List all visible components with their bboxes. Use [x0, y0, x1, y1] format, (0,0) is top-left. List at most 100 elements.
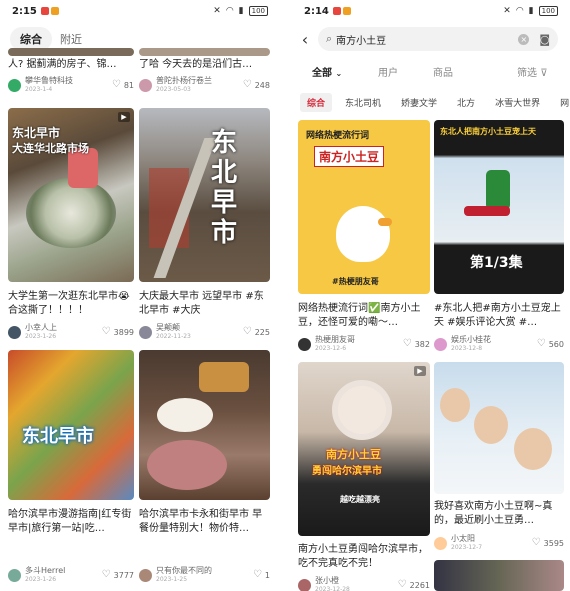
search-bar: ‹ ⌕ 南方小土豆 × ◙: [292, 26, 570, 52]
author-name: 娱乐小桂花: [451, 335, 491, 344]
like-count: 81: [123, 80, 134, 90]
chip-topic[interactable]: 东北司机: [338, 93, 388, 112]
card-image: 东北早市: [139, 108, 270, 282]
chip-comprehensive[interactable]: 综合: [300, 92, 333, 112]
author-name: 张小橙: [315, 576, 339, 585]
card-title: 我好喜欢南方小土豆啊~真的，最近刷小土豆勇…: [434, 501, 553, 526]
author-name: 多斗Herrel: [25, 566, 66, 575]
card-title: 哈尔滨早市卡永和街早市 早餐份量特别大！物价特…: [139, 509, 263, 534]
post-date: 2023-1-26: [25, 333, 57, 340]
like-count: 3899: [113, 327, 134, 337]
chip-topic[interactable]: 北方: [450, 93, 482, 112]
like-count: 3777: [113, 570, 134, 580]
status-bar: 2:14 ✕ ◠ ▮ 100: [292, 0, 570, 22]
funnel-icon: ⊽: [540, 67, 548, 79]
overlay-hashtag: #热梗朋友哥: [332, 277, 379, 286]
right-screen: 2:14 ✕ ◠ ▮ 100 ‹ ⌕ 南方小土豆 × ◙ 全部 ⌄ 用户 商品 …: [292, 0, 570, 591]
video-icon: ▶: [118, 112, 130, 122]
card-image: 东北早市 大连华北路市场 ▶: [8, 108, 134, 282]
search-result-card[interactable]: 网络热梗流行词 南方小土豆 #热梗朋友哥 网络热梗流行词✅南方小土豆，还怪可爱的…: [298, 120, 430, 356]
duck-image: [336, 206, 390, 262]
search-result-card[interactable]: 东北人把南方小土豆宠上天 第1/3集 #东北人把#南方小土豆宠上天 #娱乐评论大…: [434, 120, 564, 356]
clock: 2:15: [12, 5, 37, 17]
mute-icon: ✕: [213, 6, 221, 16]
card-title: #东北人把#南方小土豆宠上天 #娱乐评论大赏 #…: [434, 303, 561, 328]
card-image: [8, 48, 134, 56]
chip-topic[interactable]: 网: [553, 93, 570, 112]
tab-nearby[interactable]: 附近: [60, 31, 82, 47]
card-title: 大庆最大早市 远望早市 #东北早市 #大庆: [139, 291, 264, 316]
chip-topic[interactable]: 冰雪大世界: [488, 93, 547, 112]
card-meta: 攀华鲁特科技 2023-1-4 ♡ 81: [8, 76, 134, 94]
author-name: 攀华鲁特科技: [25, 76, 73, 85]
tab-products[interactable]: 商品: [433, 64, 453, 79]
like-count: 225: [254, 327, 270, 337]
overlay-caption: 越吃越漂亮: [340, 495, 380, 504]
left-screen: 2:15 ✕ ◠ ▮ 100 综合 附近 人? 据蓟满的房子、锦… 攀华鲁特科技…: [0, 0, 280, 591]
heart-icon[interactable]: ♡: [243, 327, 252, 337]
feed-card[interactable]: 人? 据蓟满的房子、锦… 攀华鲁特科技 2023-1-4 ♡ 81: [8, 48, 134, 100]
tab-all[interactable]: 全部 ⌄: [312, 64, 342, 79]
card-title: 南方小土豆勇闯哈尔滨早市，吃不完真吃不完！: [298, 544, 428, 569]
feed-card[interactable]: 哈尔滨早市卡永和街早市 早餐份量特别大！物价特… 只有你最不同的 2023-1-2…: [139, 350, 270, 586]
clock: 2:14: [304, 5, 329, 17]
card-title: 网络热梗流行词✅南方小土豆，还怪可爱的嘞～…: [298, 303, 421, 328]
search-query: 南方小土豆: [336, 35, 387, 47]
toy-image: [440, 388, 470, 422]
heart-icon[interactable]: ♡: [532, 538, 541, 548]
feed-card[interactable]: 东北早市 大连华北路市场 ▶ 大学生第一次逛东北早市😭合这撕了！！！！ 小幸人上…: [8, 108, 134, 344]
post-date: 2023-12-7: [451, 544, 483, 551]
heart-icon[interactable]: ♡: [253, 570, 262, 580]
post-date: 2023-1-4: [25, 86, 53, 93]
app-notification-icon: [332, 7, 341, 15]
heart-icon[interactable]: ♡: [537, 339, 546, 349]
post-date: 2023-12-8: [451, 345, 483, 352]
card-meta: 吴颠颠 2022-11-23 ♡ 225: [139, 323, 270, 341]
sled-image: [464, 206, 510, 216]
heart-icon[interactable]: ♡: [398, 580, 407, 590]
chip-topic[interactable]: 娇妻文学: [394, 93, 444, 112]
avatar: [8, 568, 21, 582]
like-count: 248: [254, 80, 270, 90]
card-meta: 小太阳 2023-12-7 ♡ 3595: [434, 534, 564, 552]
feed-card[interactable]: 了哈 今天去的是沿们古… 普陀扑杨行卷兰 2023-05-03 ♡ 248: [139, 48, 270, 100]
heart-icon[interactable]: ♡: [102, 327, 111, 337]
overlay-title: 东北早市: [211, 128, 238, 248]
card-title: 大学生第一次逛东北早市😭合这撕了！！！！: [8, 291, 130, 316]
avatar: [434, 337, 447, 351]
clear-icon[interactable]: ×: [518, 33, 530, 45]
heart-icon[interactable]: ♡: [403, 339, 412, 349]
app-notification-icon: [50, 7, 59, 15]
feed-card[interactable]: 东北早市 大庆最大早市 远望早市 #东北早市 #大庆 吴颠颠 2022-11-23…: [139, 108, 270, 344]
search-input[interactable]: ⌕ 南方小土豆 × ◙: [318, 27, 558, 51]
heart-icon[interactable]: ♡: [102, 570, 111, 580]
wifi-icon: ◠: [225, 6, 234, 16]
back-arrow-icon[interactable]: ‹: [292, 30, 318, 49]
card-title: 人? 据蓟满的房子、锦…: [8, 59, 117, 70]
battery-icon: 100: [538, 6, 558, 16]
avatar: [434, 536, 447, 550]
search-result-card[interactable]: 南方小土豆 勇闯哈尔滨早市 越吃越漂亮 ▶ 南方小土豆勇闯哈尔滨早市，吃不完真吃…: [298, 362, 430, 591]
like-count: 2261: [409, 580, 430, 590]
heart-icon[interactable]: ♡: [243, 80, 252, 90]
filter-button[interactable]: 筛选 ⊽: [517, 64, 548, 79]
heart-icon[interactable]: ♡: [112, 80, 121, 90]
camera-icon[interactable]: ◙: [539, 33, 550, 46]
post-date: 2023-12-28: [315, 586, 350, 591]
toy-image: [514, 428, 552, 470]
overlay-subtitle: 勇闯哈尔滨早市: [312, 466, 382, 477]
card-meta: 只有你最不同的 2023-1-25 ♡ 1: [139, 566, 270, 584]
tab-users[interactable]: 用户: [378, 64, 398, 79]
card-meta: 张小橙 2023-12-28 ♡ 2261: [298, 576, 430, 591]
like-count: 382: [414, 339, 430, 349]
search-result-card[interactable]: 我好喜欢南方小土豆啊~真的，最近刷小土豆勇… 小太阳 2023-12-7 ♡ 359…: [434, 362, 564, 591]
avatar: [139, 78, 152, 92]
post-date: 2023-05-03: [156, 86, 191, 93]
card-image: [139, 48, 270, 56]
feed-card[interactable]: 东北早市 哈尔滨早市漫游指南|红专街早市|旅行第一站|吃… 多斗Herrel 20…: [8, 350, 134, 586]
person-image: [332, 380, 392, 440]
author-name: 只有你最不同的: [156, 566, 212, 575]
card-title: 哈尔滨早市漫游指南|红专街早市|旅行第一站|吃…: [8, 509, 132, 534]
card-meta: 娱乐小桂花 2023-12-8 ♡ 560: [434, 335, 564, 353]
status-bar: 2:15 ✕ ◠ ▮ 100: [0, 0, 280, 22]
